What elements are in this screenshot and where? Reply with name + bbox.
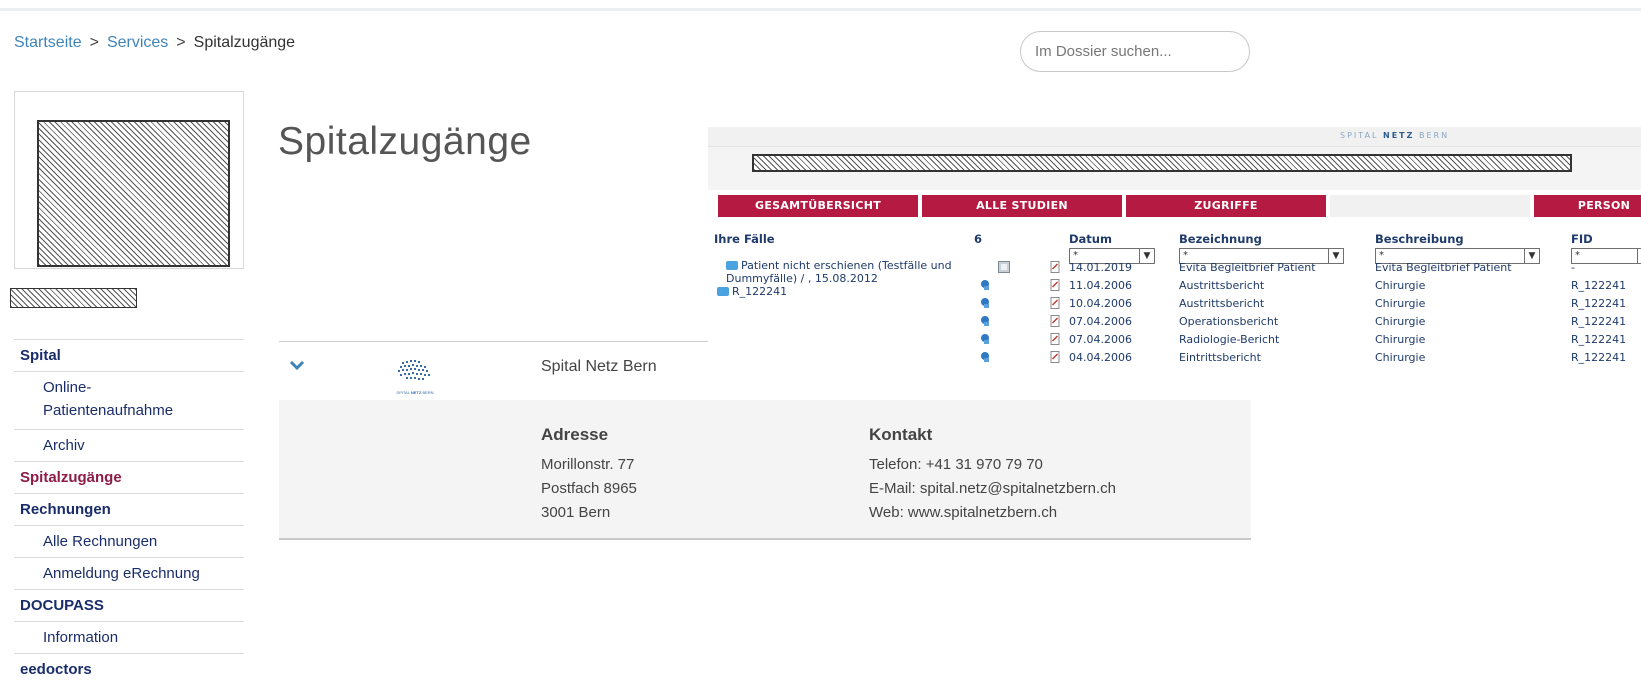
sidebar-nav: Spital Online- Patientenaufnahme Archiv … bbox=[14, 339, 244, 685]
sidebar-item-label: Online- bbox=[43, 379, 92, 396]
row-name: Austrittsbericht bbox=[1179, 297, 1265, 310]
sidebar-item-eedoctors[interactable]: eedoctors bbox=[14, 653, 244, 685]
contact-phone: Telefon: +41 31 970 79 70 bbox=[869, 456, 1043, 473]
share-icon[interactable] bbox=[980, 279, 992, 291]
row-name: Radiologie-Bericht bbox=[1179, 333, 1280, 346]
redacted-patient-banner bbox=[752, 154, 1572, 172]
provider-logo: SPITAL NETZ BERN bbox=[396, 360, 434, 395]
share-icon[interactable] bbox=[980, 315, 992, 327]
tab-person[interactable]: PERSON bbox=[1534, 195, 1641, 217]
row-date: 11.04.2006 bbox=[1069, 279, 1132, 292]
row-fid: - bbox=[1571, 261, 1575, 274]
portal-brand: SPITAL NETZ BERN bbox=[1340, 131, 1450, 140]
sidebar-item-online-patientenaufnahme[interactable]: Online- Patientenaufnahme bbox=[14, 371, 244, 429]
address-line: Postfach 8965 bbox=[541, 480, 637, 497]
row-fid: R_122241 bbox=[1571, 279, 1627, 292]
row-description: Chirurgie bbox=[1375, 351, 1426, 364]
tab-zugriffe[interactable]: ZUGRIFFE bbox=[1126, 195, 1326, 217]
share-icon[interactable] bbox=[980, 333, 992, 345]
row-date: 14.01.2019 bbox=[1069, 261, 1132, 274]
table-row[interactable]: 07.04.2006 Operationsbericht Chirurgie R_12… bbox=[708, 313, 1641, 331]
sidebar-item-label: Patientenaufnahme bbox=[43, 402, 174, 419]
tab-alle-studien[interactable]: ALLE STUDIEN bbox=[922, 195, 1122, 217]
document-icon[interactable] bbox=[1049, 261, 1061, 273]
redacted-name-field bbox=[10, 288, 137, 308]
header-case-count: 6 bbox=[974, 232, 983, 246]
row-fid: R_122241 bbox=[1571, 315, 1627, 328]
row-fid: R_122241 bbox=[1571, 333, 1627, 346]
contact-web[interactable]: Web: www.spitalnetzbern.ch bbox=[869, 504, 1057, 521]
top-divider bbox=[0, 8, 1641, 11]
share-icon[interactable] bbox=[980, 297, 992, 309]
page-title: Spitalzugänge bbox=[278, 120, 532, 163]
table-row[interactable]: 11.04.2006 Austrittsbericht Chirurgie R_122… bbox=[708, 277, 1641, 295]
breadcrumb-separator: > bbox=[89, 34, 99, 51]
share-icon[interactable] bbox=[980, 351, 992, 363]
sidebar-item-rechnungen[interactable]: Rechnungen bbox=[14, 493, 244, 525]
chevron-down-icon[interactable] bbox=[288, 356, 306, 374]
document-icon[interactable] bbox=[1049, 297, 1061, 309]
table-row[interactable]: 14.01.2019 Evita Begleitbrief Patient Evit… bbox=[708, 259, 1641, 277]
sidebar-item-spital[interactable]: Spital bbox=[14, 339, 244, 371]
row-description: Chirurgie bbox=[1375, 297, 1426, 310]
header-cases: Ihre Fälle bbox=[714, 232, 775, 246]
header-description[interactable]: Beschreibung bbox=[1375, 232, 1464, 246]
table-row[interactable]: 04.04.2006 Eintrittsbericht Chirurgie R_122… bbox=[708, 349, 1641, 367]
sidebar-item-docupass[interactable]: DOCUPASS bbox=[14, 589, 244, 621]
address-heading: Adresse bbox=[541, 425, 609, 444]
redacted-logo-image bbox=[37, 120, 230, 267]
sidebar-item-anmeldung-erechnung[interactable]: Anmeldung eRechnung bbox=[14, 557, 244, 589]
sidebar-item-information[interactable]: Information bbox=[14, 621, 244, 653]
row-description: Chirurgie bbox=[1375, 315, 1426, 328]
row-description: Chirurgie bbox=[1375, 279, 1426, 292]
address-line: Morillonstr. 77 bbox=[541, 456, 635, 473]
provider-details-panel bbox=[279, 400, 1251, 540]
sidebar-item-spitalzugaenge[interactable]: Spitalzugänge bbox=[14, 461, 244, 493]
tab-empty bbox=[1330, 195, 1530, 217]
preview-icon[interactable] bbox=[998, 261, 1010, 273]
row-description: Evita Begleitbrief Patient bbox=[1375, 261, 1512, 274]
provider-name: Spital Netz Bern bbox=[541, 358, 657, 375]
breadcrumb-current: Spitalzugänge bbox=[193, 34, 296, 51]
tab-gesamtuebersicht[interactable]: GESAMTÜBERSICHT bbox=[718, 195, 918, 217]
address-line: 3001 Bern bbox=[541, 504, 611, 521]
row-date: 10.04.2006 bbox=[1069, 297, 1132, 310]
table-row[interactable]: 10.04.2006 Austrittsbericht Chirurgie R_122… bbox=[708, 295, 1641, 313]
breadcrumb-link-services[interactable]: Services bbox=[107, 34, 168, 51]
contact-email[interactable]: E-Mail: spital.netz@spitalnetzbern.ch bbox=[869, 480, 1116, 497]
search-input[interactable] bbox=[1020, 31, 1250, 72]
contact-heading: Kontakt bbox=[869, 425, 933, 444]
document-icon[interactable] bbox=[1049, 315, 1061, 327]
row-date: 07.04.2006 bbox=[1069, 333, 1132, 346]
row-date: 07.04.2006 bbox=[1069, 315, 1132, 328]
sidebar-item-archiv[interactable]: Archiv bbox=[14, 429, 244, 461]
row-name: Operationsbericht bbox=[1179, 315, 1279, 328]
document-icon[interactable] bbox=[1049, 351, 1061, 363]
header-date[interactable]: Datum bbox=[1069, 232, 1112, 246]
document-icon[interactable] bbox=[1049, 279, 1061, 291]
breadcrumb: Startseite > Services > Spitalzugänge bbox=[14, 34, 295, 52]
header-name[interactable]: Bezeichnung bbox=[1179, 232, 1262, 246]
row-name: Evita Begleitbrief Patient bbox=[1179, 261, 1316, 274]
portal-embed: SPITAL NETZ BERN GESAMTÜBERSICHT ALLE ST… bbox=[708, 127, 1641, 400]
breadcrumb-separator: > bbox=[176, 34, 186, 51]
row-description: Chirurgie bbox=[1375, 333, 1426, 346]
breadcrumb-link-startseite[interactable]: Startseite bbox=[14, 34, 82, 51]
row-name: Austrittsbericht bbox=[1179, 279, 1265, 292]
portal-header: SPITAL NETZ BERN bbox=[708, 127, 1641, 147]
sidebar-item-alle-rechnungen[interactable]: Alle Rechnungen bbox=[14, 525, 244, 557]
row-fid: R_122241 bbox=[1571, 297, 1627, 310]
row-fid: R_122241 bbox=[1571, 351, 1627, 364]
row-name: Eintrittsbericht bbox=[1179, 351, 1261, 364]
row-date: 04.04.2006 bbox=[1069, 351, 1132, 364]
table-row[interactable]: 07.04.2006 Radiologie-Bericht Chirurgie R_1… bbox=[708, 331, 1641, 349]
account-logo-frame bbox=[14, 91, 244, 269]
header-fid[interactable]: FID bbox=[1571, 232, 1593, 246]
document-icon[interactable] bbox=[1049, 333, 1061, 345]
provider-logo-text: SPITAL NETZ BERN bbox=[396, 390, 433, 395]
